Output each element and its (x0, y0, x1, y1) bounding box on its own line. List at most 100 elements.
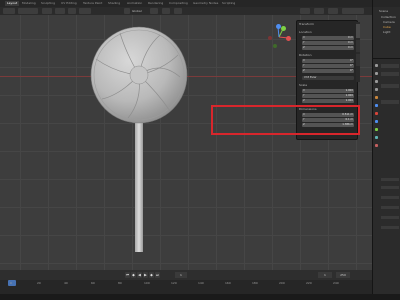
tab-item[interactable] (356, 24, 360, 38)
navigation-gizmo[interactable] (266, 24, 292, 50)
tab-geometry-nodes[interactable]: Geometry Nodes (193, 1, 218, 6)
tab-animation[interactable]: Animation (127, 1, 142, 6)
mode-select[interactable] (18, 8, 38, 14)
outliner-item-light[interactable]: Light (383, 30, 391, 34)
output-properties-icon[interactable] (375, 80, 378, 83)
snap-icon[interactable] (162, 8, 170, 14)
shading-mode-buttons[interactable] (342, 8, 364, 14)
overlay-toggle-icon[interactable] (328, 8, 338, 14)
properties-row[interactable] (381, 64, 399, 68)
scale-label: Scale (299, 83, 308, 87)
properties-row[interactable] (381, 84, 399, 88)
lollipop-stick (135, 115, 143, 252)
view-layer-icon[interactable] (375, 88, 378, 91)
transform-orientation-select[interactable]: Global (132, 8, 142, 14)
properties-row[interactable] (381, 216, 399, 219)
scale-x-field[interactable]: X 1.000 (302, 89, 354, 93)
tab-rendering[interactable]: Rendering (148, 1, 163, 6)
render-properties-icon[interactable] (375, 72, 378, 75)
play-icon[interactable]: ▶ (143, 272, 148, 278)
next-keyframe-icon[interactable]: ◆ (149, 272, 154, 278)
tab-uv-editing[interactable]: UV Editing (61, 1, 77, 6)
tab-modeling[interactable]: Modeling (22, 1, 36, 6)
view-menu[interactable] (42, 8, 52, 14)
rotation-z-field[interactable]: Z 0° (302, 69, 354, 73)
add-menu[interactable] (68, 8, 76, 14)
tab-view[interactable] (356, 54, 360, 66)
tab-sculpting[interactable]: Sculpting (41, 1, 55, 6)
properties-row[interactable] (381, 226, 399, 229)
scene-selector[interactable] (373, 0, 400, 7)
timeline-editor[interactable]: 0 20 40 60 80 100 120 140 160 180 200 22… (0, 280, 372, 294)
current-frame-field[interactable]: 1 (175, 272, 187, 278)
object-properties-icon[interactable] (375, 96, 378, 99)
end-frame-field[interactable]: 250 (336, 272, 350, 278)
jump-start-icon[interactable]: ⏮ (125, 272, 130, 278)
constraints-icon[interactable] (375, 128, 378, 131)
y-axis-icon[interactable] (281, 26, 286, 31)
timeline-header: ⏮ ◆ ◀ ▶ ◆ ⏭ 1 1 250 (0, 270, 372, 280)
dimensions-highlight-box (211, 105, 360, 135)
particles-icon[interactable] (375, 112, 378, 115)
frame-label: 100 (144, 281, 150, 285)
physics-icon[interactable] (375, 120, 378, 123)
frame-label: 20 (37, 281, 41, 285)
outliner-item-camera[interactable]: Camera (383, 20, 395, 24)
frame-label: 0 (10, 281, 12, 285)
properties-row[interactable] (381, 196, 399, 199)
orientation-icon[interactable] (124, 8, 130, 14)
frame-label: 240 (333, 281, 339, 285)
object-menu[interactable] (79, 8, 91, 14)
editor-type-button[interactable] (3, 8, 15, 14)
outliner-item-collection[interactable]: Collection (381, 15, 396, 19)
prev-keyframe-icon[interactable]: ◆ (131, 272, 136, 278)
jump-end-icon[interactable]: ⏭ (155, 272, 160, 278)
scale-z-field[interactable]: Z 1.000 (302, 99, 354, 103)
panel-title[interactable]: Transform (299, 22, 314, 26)
tab-scripting[interactable]: Scripting (222, 1, 235, 6)
workspace-bar: Layout Modeling Sculpting UV Editing Tex… (0, 0, 400, 7)
z-axis-icon[interactable] (276, 24, 281, 29)
frame-label: 60 (91, 281, 95, 285)
tab-texture-paint[interactable]: Texture Paint (83, 1, 102, 6)
properties-row[interactable] (381, 72, 399, 76)
tool-properties-icon[interactable] (375, 64, 378, 67)
tab-layout[interactable]: Layout (5, 1, 20, 6)
frame-label: 80 (118, 281, 122, 285)
lollipop-model[interactable] (80, 15, 200, 260)
outliner-item-cube[interactable]: Cube (383, 25, 391, 29)
frame-label: 140 (198, 281, 204, 285)
rotation-y-field[interactable]: Y 0° (302, 64, 354, 68)
properties-row[interactable] (381, 186, 399, 189)
rotation-mode-select[interactable]: XYZ Euler (302, 76, 354, 80)
data-properties-icon[interactable] (375, 136, 378, 139)
status-bar (0, 294, 400, 300)
neg-y-axis-icon[interactable] (273, 44, 277, 48)
x-axis-icon[interactable] (286, 36, 291, 41)
material-properties-icon[interactable] (375, 144, 378, 147)
properties-row[interactable] (381, 178, 399, 181)
scale-y-field[interactable]: Y 1.000 (302, 94, 354, 98)
play-reverse-icon[interactable]: ◀ (137, 272, 142, 278)
gizmo-toggle-icon[interactable] (314, 8, 324, 14)
frame-label: 40 (64, 281, 68, 285)
rotation-x-field[interactable]: X 0° (302, 59, 354, 63)
proportional-edit-icon[interactable] (174, 8, 182, 14)
location-x-field[interactable]: X0 m (302, 36, 354, 40)
properties-row[interactable] (381, 206, 399, 209)
visibility-icon[interactable] (300, 8, 310, 14)
properties-row[interactable] (381, 100, 399, 104)
pivot-icon[interactable] (150, 8, 158, 14)
tab-tool[interactable] (356, 40, 360, 52)
location-label: Location (299, 30, 312, 34)
tab-shading[interactable]: Shading (108, 1, 120, 6)
frame-label: 220 (306, 281, 312, 285)
neg-x-axis-icon[interactable] (268, 36, 272, 40)
select-menu[interactable] (55, 8, 65, 14)
start-frame-field[interactable]: 1 (318, 272, 332, 278)
location-z-field[interactable]: Z0 m (302, 46, 354, 50)
frame-label: 120 (171, 281, 177, 285)
modifier-properties-icon[interactable] (375, 104, 378, 107)
location-y-field[interactable]: Y0 m (302, 41, 354, 45)
tab-compositing[interactable]: Compositing (169, 1, 188, 6)
